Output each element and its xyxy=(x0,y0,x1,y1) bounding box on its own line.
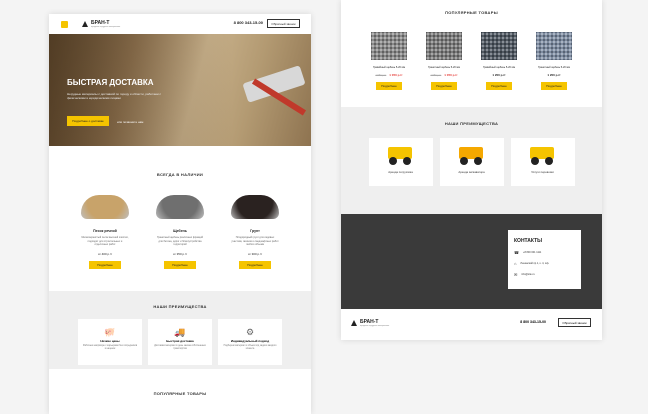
advantage-title: Индивидуальный подход xyxy=(230,338,270,343)
advantage-title: Быстрая доставка xyxy=(166,338,194,343)
contact-email[interactable]: info@site.ru xyxy=(521,273,534,276)
old-price: 1 550 р./т xyxy=(430,74,442,77)
advantage-desc: Подберем материал и объем под задачи каж… xyxy=(223,344,277,350)
left-page-mockup: БРАН-Т продажа нерудных материалов 8 800 … xyxy=(49,14,311,414)
logo-tagline: продажа нерудных материалов xyxy=(360,325,390,327)
old-price: 1 550 р./т xyxy=(375,74,387,77)
hero-text: Нерудные материалы с доставкой по городу… xyxy=(67,92,162,100)
site-footer: БРАН-Т продажа нерудных материалов 8 800 … xyxy=(341,309,602,337)
right-page-mockup: ПОПУЛЯРНЫЕ ТОВАРЫ Гравийный щебень 5-20 … xyxy=(341,0,602,340)
section-title: ВСЕГДА В НАЛИЧИИ xyxy=(156,172,204,177)
service-card: Аренда погрузчика xyxy=(368,138,433,186)
footer-phone[interactable]: 8 800 343-15-00 xyxy=(520,320,546,324)
price: 1 200 р./т xyxy=(547,73,561,77)
product-name: Гранитный щебень 5-20 мм xyxy=(538,66,570,69)
site-header: БРАН-Т продажа нерудных материалов 8 800 … xyxy=(49,14,311,34)
product-price: от 400 р./т xyxy=(97,251,113,256)
section-title: НАШИ ПРЕИМУЩЕСТВА xyxy=(153,303,207,309)
new-price: 1 050 р./т xyxy=(444,73,458,77)
gravel-image xyxy=(426,32,462,60)
mail-icon: ✉ xyxy=(514,272,518,277)
gravel-image xyxy=(536,32,572,60)
logo-icon xyxy=(351,320,357,326)
product-name: Гравийный щебень 5-20 мм xyxy=(372,66,406,69)
details-button[interactable]: Подробнее xyxy=(541,82,567,90)
contact-phone[interactable]: +8 800 001 1111 xyxy=(523,251,541,254)
hero-title: БЫСТРАЯ ДОСТАВКА xyxy=(67,78,154,87)
product-card: Грунт Плодородный грунт для садовых учас… xyxy=(225,195,285,269)
details-button[interactable]: Подробнее xyxy=(164,260,196,269)
product-desc: Плодородный грунт для садовых участков, … xyxy=(231,236,279,246)
services-section: НАШИ ПРЕИМУЩЕСТВА Аренда погрузчика Арен… xyxy=(341,107,602,214)
product-name: Грунт xyxy=(250,229,260,233)
advantage-card: ⚙ Индивидуальный подход Подберем материа… xyxy=(218,318,282,365)
header-phone[interactable]: 8 800 343-15-00 xyxy=(234,20,263,25)
sand-image xyxy=(81,195,129,219)
dump-truck-icon xyxy=(526,143,560,167)
product-name: Гравийный щебень 5-20 мм xyxy=(482,66,516,69)
product-card: Песок речной Мелкозернистый песок высшей… xyxy=(75,195,135,269)
hero-note: или позвоните нам xyxy=(117,120,144,124)
price: 1 200 р./т xyxy=(492,73,506,77)
service-card: Аренда экскаватора xyxy=(439,138,504,186)
contact-address: Ленинский пр.1, к. 4, оф. xyxy=(520,262,550,265)
product-name: Песок речной xyxy=(93,229,117,233)
soil-image xyxy=(231,195,279,219)
section-title: НАШИ ПРЕИМУЩЕСТВА xyxy=(444,121,499,126)
product-card: Гранитный щебень 5-20 мм 1 550 р./т 1 050… xyxy=(426,32,462,90)
gravel-image xyxy=(156,195,204,219)
contacts-section: КОНТАКТЫ ☎ +8 800 001 1111 ⌂ Ленинский пр.… xyxy=(341,214,602,309)
menu-icon[interactable] xyxy=(61,20,68,28)
logo[interactable]: БРАН-Т продажа нерудных материалов xyxy=(82,20,120,28)
location-icon: ⌂ xyxy=(514,261,517,266)
callback-button[interactable]: Обратный звонок xyxy=(267,19,300,28)
gravel-image xyxy=(371,32,407,60)
service-title: Услуги перевозки xyxy=(531,170,554,174)
gear-icon: ⚙ xyxy=(245,326,255,337)
delivery-details-button[interactable]: Подробнее о доставке xyxy=(67,116,109,126)
product-card: Гравийный щебень 5-20 мм 1 200 р./т Подр… xyxy=(481,32,517,90)
footer-logo[interactable]: БРАН-Т продажа нерудных материалов xyxy=(351,319,389,327)
product-desc: Мелкозернистый песок высшей очистки, под… xyxy=(81,236,129,246)
service-card: Услуги перевозки xyxy=(510,138,575,186)
phone-icon: ☎ xyxy=(514,250,519,255)
details-button[interactable]: Подробнее xyxy=(376,82,402,90)
advantage-card: 🚚 Быстрая доставка Доставим материал в д… xyxy=(148,318,212,365)
product-price: от 350 р./т xyxy=(172,251,188,256)
contacts-box: КОНТАКТЫ ☎ +8 800 001 1111 ⌂ Ленинский пр.… xyxy=(508,230,581,289)
product-card: Гравийный щебень 5-20 мм 1 550 р./т 1 050… xyxy=(371,32,407,90)
product-desc: Гранитный щебень различных фракций для б… xyxy=(156,236,204,246)
details-button[interactable]: Подробнее xyxy=(239,260,271,269)
advantages-section: НАШИ ПРЕИМУЩЕСТВА 🐖 Низкие цены Работаем… xyxy=(49,290,311,369)
product-name: Гранитный щебень 5-20 мм xyxy=(428,66,460,69)
hero-banner: БЫСТРАЯ ДОСТАВКА Нерудные материалы с до… xyxy=(49,34,311,146)
footer-callback-button[interactable]: Обратный звонок xyxy=(558,318,591,327)
section-title: ПОПУЛЯРНЫЕ ТОВАРЫ xyxy=(445,10,498,15)
contacts-title: КОНТАКТЫ xyxy=(514,238,543,244)
advantage-card: 🐖 Низкие цены Работаем напрямую с карьер… xyxy=(78,318,142,365)
product-card: Гранитный щебень 5-20 мм 1 200 р./т Подр… xyxy=(536,32,572,90)
piggy-bank-icon: 🐖 xyxy=(104,326,116,337)
details-button[interactable]: Подробнее xyxy=(486,82,512,90)
loader-icon xyxy=(384,143,418,167)
truck-icon: 🚚 xyxy=(174,326,186,337)
section-title: ПОПУЛЯРНЫЕ ТОВАРЫ xyxy=(153,390,207,396)
gravel-image xyxy=(481,32,517,60)
product-price: от 300 р./т xyxy=(247,251,263,256)
details-button[interactable]: Подробнее xyxy=(431,82,457,90)
product-name: Щебень xyxy=(173,229,187,233)
service-title: Аренда экскаватора xyxy=(458,170,485,174)
popular-section-preview: ПОПУЛЯРНЫЕ ТОВАРЫ xyxy=(49,369,311,396)
advantage-desc: Работаем напрямую с карьерами без посред… xyxy=(82,344,138,350)
advantage-desc: Доставим материал в день заказа собствен… xyxy=(154,344,206,350)
details-button[interactable]: Подробнее xyxy=(89,260,121,269)
advantage-title: Низкие цены xyxy=(100,338,120,343)
excavator-icon xyxy=(455,143,489,167)
logo-tagline: продажа нерудных материалов xyxy=(91,26,121,28)
logo-icon xyxy=(82,21,88,27)
in-stock-section: ВСЕГДА В НАЛИЧИИ Песок речной Мелкозерни… xyxy=(49,146,311,269)
service-title: Аренда погрузчика xyxy=(388,170,413,174)
product-card: Щебень Гранитный щебень различных фракци… xyxy=(150,195,210,269)
new-price: 1 050 р./т xyxy=(389,73,403,77)
